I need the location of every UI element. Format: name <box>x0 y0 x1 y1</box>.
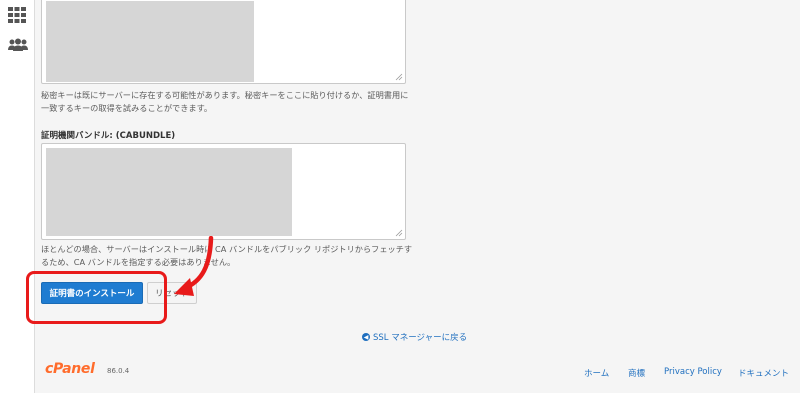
private-key-textarea[interactable] <box>41 0 406 84</box>
version-text: 86.0.4 <box>107 367 130 375</box>
footer-link-home[interactable]: ホーム <box>584 367 609 379</box>
cabundle-label: 証明機関バンドル: (CABUNDLE) <box>41 131 176 141</box>
cpanel-logo[interactable]: cPanel <box>45 361 95 377</box>
grid-icon[interactable] <box>8 7 26 27</box>
users-icon[interactable] <box>8 37 28 56</box>
annotation-arrow-icon <box>174 236 214 296</box>
cabundle-help-text: ほとんどの場合、サーバーはインストール時に CA バンドルをパブリック リポジト… <box>41 244 413 267</box>
left-sidebar <box>0 0 35 393</box>
redacted-content <box>46 148 292 236</box>
annotation-highlight-box <box>26 271 167 324</box>
resize-handle-icon[interactable] <box>395 73 403 81</box>
resize-handle-icon[interactable] <box>395 229 403 237</box>
private-key-help-text: 秘密キーは既にサーバーに存在する可能性があります。秘密キーをここに貼り付けるか、… <box>41 90 409 113</box>
footer-link-documentation[interactable]: ドキュメント <box>738 367 789 379</box>
footer-link-privacy-policy[interactable]: Privacy Policy <box>664 367 722 377</box>
cabundle-textarea[interactable] <box>41 143 406 240</box>
redacted-content <box>46 1 254 82</box>
footer-link-trademarks[interactable]: 商標 <box>628 367 645 379</box>
back-to-ssl-manager-link[interactable]: ◀ SSL マネージャーに戻る <box>362 331 467 343</box>
back-arrow-icon: ◀ <box>362 333 370 341</box>
back-link-label: SSL マネージャーに戻る <box>373 333 468 343</box>
